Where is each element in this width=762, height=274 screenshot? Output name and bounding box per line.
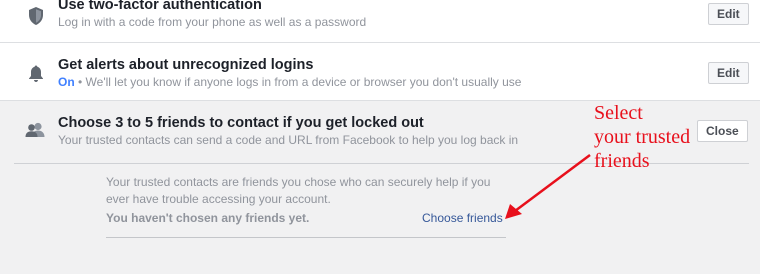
- trusted-contacts-subtitle: Your trusted contacts can send a code an…: [58, 133, 519, 147]
- no-friends-message: You haven't chosen any friends yet.: [106, 211, 310, 225]
- bell-icon: [26, 63, 46, 83]
- shield-icon: [26, 6, 46, 26]
- trusted-contacts-close-button[interactable]: Close: [697, 120, 748, 142]
- choose-friends-link[interactable]: Choose friends: [422, 211, 503, 225]
- two-factor-title: Use two-factor authentication: [58, 0, 262, 13]
- two-factor-edit-button[interactable]: Edit: [708, 3, 749, 25]
- friends-icon: [25, 120, 45, 140]
- alerts-status-on: On: [58, 75, 75, 89]
- login-alerts-edit-button[interactable]: Edit: [708, 62, 749, 84]
- annotation-line-1: Select: [594, 102, 643, 124]
- login-alerts-row: Get alerts about unrecognized logins On …: [0, 44, 760, 101]
- list-divider: [106, 237, 506, 238]
- two-factor-row: Use two-factor authentication Log in wit…: [0, 0, 760, 43]
- annotation-line-3: friends: [594, 150, 650, 172]
- login-alerts-title: Get alerts about unrecognized logins: [58, 57, 314, 73]
- annotation-line-2: your trusted: [594, 126, 691, 148]
- trusted-contacts-description: Your trusted contacts are friends you ch…: [106, 175, 491, 206]
- two-factor-subtitle: Log in with a code from your phone as we…: [58, 15, 367, 29]
- login-alerts-subtitle: On • We'll let you know if anyone logs i…: [58, 75, 521, 89]
- security-settings-panel: Use two-factor authentication Log in wit…: [0, 0, 762, 274]
- annotation-text: Select your trusted friends: [594, 101, 690, 173]
- trusted-contacts-title: Choose 3 to 5 friends to contact if you …: [58, 115, 424, 131]
- login-alerts-description: • We'll let you know if anyone logs in f…: [74, 75, 522, 89]
